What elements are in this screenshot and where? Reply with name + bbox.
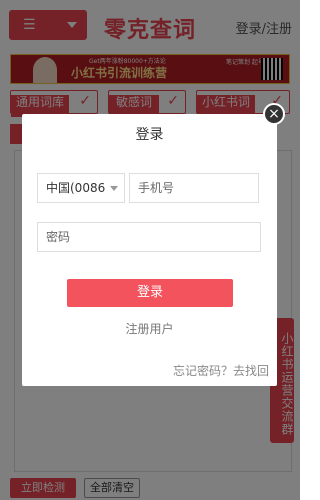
modal-title: 登录 [135, 127, 164, 143]
country-code-select[interactable]: 中国(0086 [37, 173, 125, 203]
country-code-value: 中国(0086 [46, 181, 106, 195]
phone-input[interactable]: 手机号 [129, 173, 259, 203]
register-link[interactable]: 注册用户 [22, 320, 277, 337]
chevron-down-icon [110, 186, 118, 191]
login-modal: 登录 中国(0086 手机号 密码 登录 注册用户 忘记密码？去找回 [22, 114, 277, 386]
close-icon[interactable]: × [263, 103, 285, 125]
forgot-password-link[interactable]: 忘记密码？去找回 [173, 362, 269, 379]
login-button[interactable]: 登录 [67, 279, 233, 307]
password-input[interactable]: 密码 [37, 222, 261, 252]
